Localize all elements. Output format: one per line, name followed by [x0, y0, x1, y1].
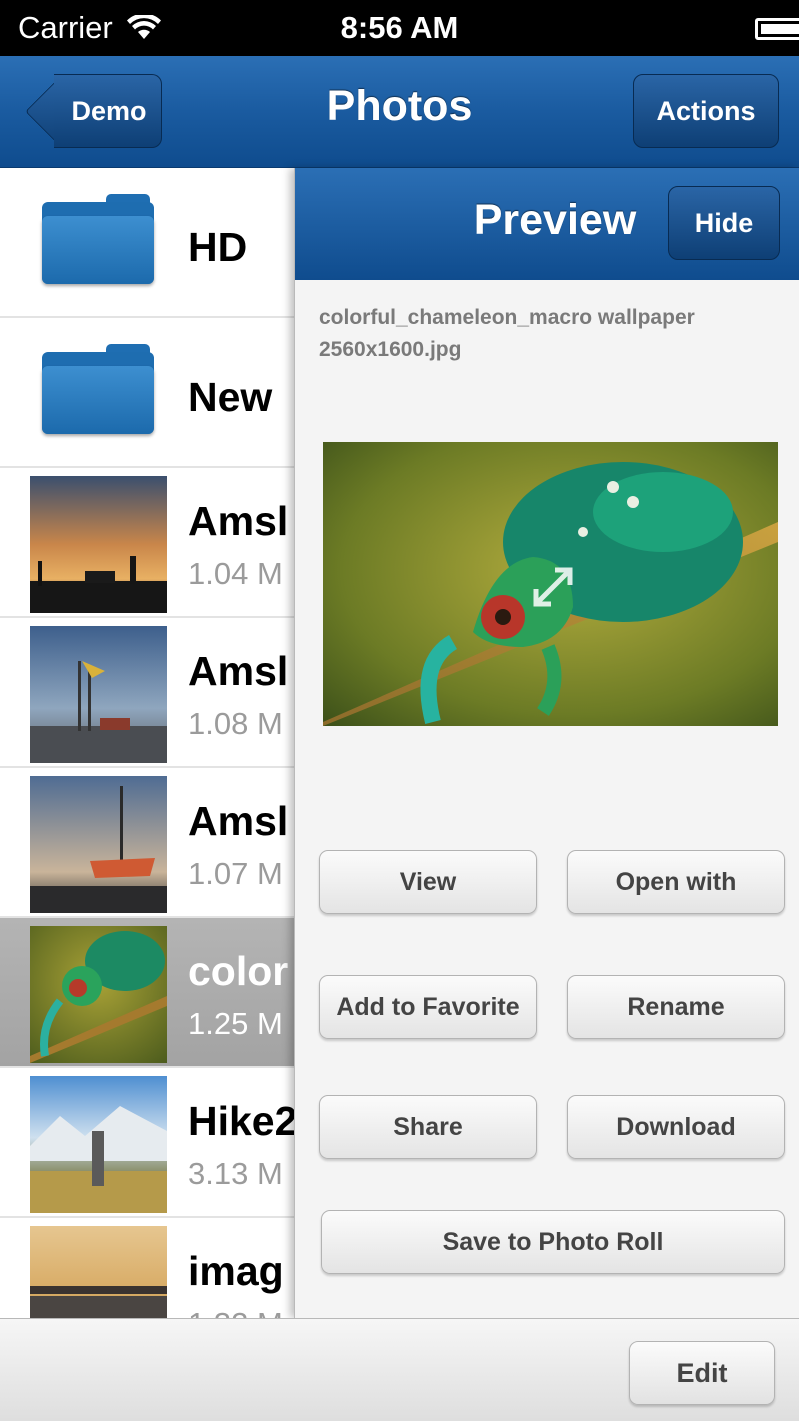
status-time: 8:56 AM: [340, 10, 459, 45]
photo-thumbnail: [30, 1076, 167, 1213]
share-button[interactable]: Share: [319, 1095, 537, 1159]
list-item-size: 3.13 M: [188, 1156, 283, 1191]
battery-icon: [755, 18, 799, 40]
list-item-photo[interactable]: Amsl 1.07 M: [0, 768, 294, 918]
photo-thumbnail: [30, 626, 167, 763]
list-item-size: 1.04 M: [188, 556, 283, 591]
list-item-size: 1.08 M: [188, 706, 283, 741]
folder-icon: [42, 194, 154, 284]
list-item-size: 1.32 M: [188, 1306, 283, 1318]
view-button[interactable]: View: [319, 850, 537, 914]
list-item-size: 1.07 M: [188, 856, 283, 891]
folder-icon: [42, 344, 154, 434]
preview-image[interactable]: [323, 442, 778, 726]
preview-header: Preview Hide: [295, 168, 799, 280]
preview-title: Preview: [473, 196, 637, 244]
actions-button[interactable]: Actions: [633, 74, 779, 148]
list-item-photo[interactable]: Amsl 1.04 M: [0, 468, 294, 618]
preview-file-name: colorful_chameleon_macro wallpaper 2560x…: [319, 306, 695, 361]
list-item-title: HD: [188, 224, 248, 270]
hide-button[interactable]: Hide: [668, 186, 780, 260]
edit-button[interactable]: Edit: [629, 1341, 775, 1405]
bottom-toolbar: Edit: [0, 1318, 799, 1421]
list-item-title: color: [188, 948, 289, 994]
list-item-photo[interactable]: imag 1.32 M: [0, 1218, 294, 1318]
list-item-folder[interactable]: HD: [0, 168, 294, 318]
list-item-title: Hike2: [188, 1098, 294, 1144]
list-item-folder[interactable]: New: [0, 318, 294, 468]
photo-thumbnail: [30, 1226, 167, 1318]
list-item-photo[interactable]: Hike2 3.13 M: [0, 1068, 294, 1218]
list-item-title: New: [188, 374, 273, 420]
open-with-button[interactable]: Open with: [567, 850, 785, 914]
list-item-photo[interactable]: Amsl 1.08 M: [0, 618, 294, 768]
preview-panel: Preview Hide colorful_chameleon_macro wa…: [294, 168, 799, 1318]
top-navigation-bar: Demo Photos Actions: [0, 56, 799, 168]
photo-thumbnail: [30, 926, 167, 1063]
file-list: HD New Amsl 1.04 M Amsl 1.08 M Amsl 1.07…: [0, 168, 294, 1318]
status-bar: Carrier 8:56 AM: [0, 0, 799, 56]
rename-button[interactable]: Rename: [567, 975, 785, 1039]
add-to-favorite-button[interactable]: Add to Favorite: [319, 975, 537, 1039]
list-item-photo-selected[interactable]: color 1.25 M: [0, 918, 294, 1068]
list-item-title: imag: [188, 1248, 284, 1294]
photo-thumbnail: [30, 476, 167, 613]
list-item-size: 1.25 M: [188, 1006, 283, 1041]
photo-thumbnail: [30, 776, 167, 913]
download-button[interactable]: Download: [567, 1095, 785, 1159]
list-item-title: Amsl: [188, 498, 289, 544]
save-to-photo-roll-button[interactable]: Save to Photo Roll: [321, 1210, 785, 1274]
list-item-title: Amsl: [188, 798, 289, 844]
list-item-title: Amsl: [188, 648, 289, 694]
